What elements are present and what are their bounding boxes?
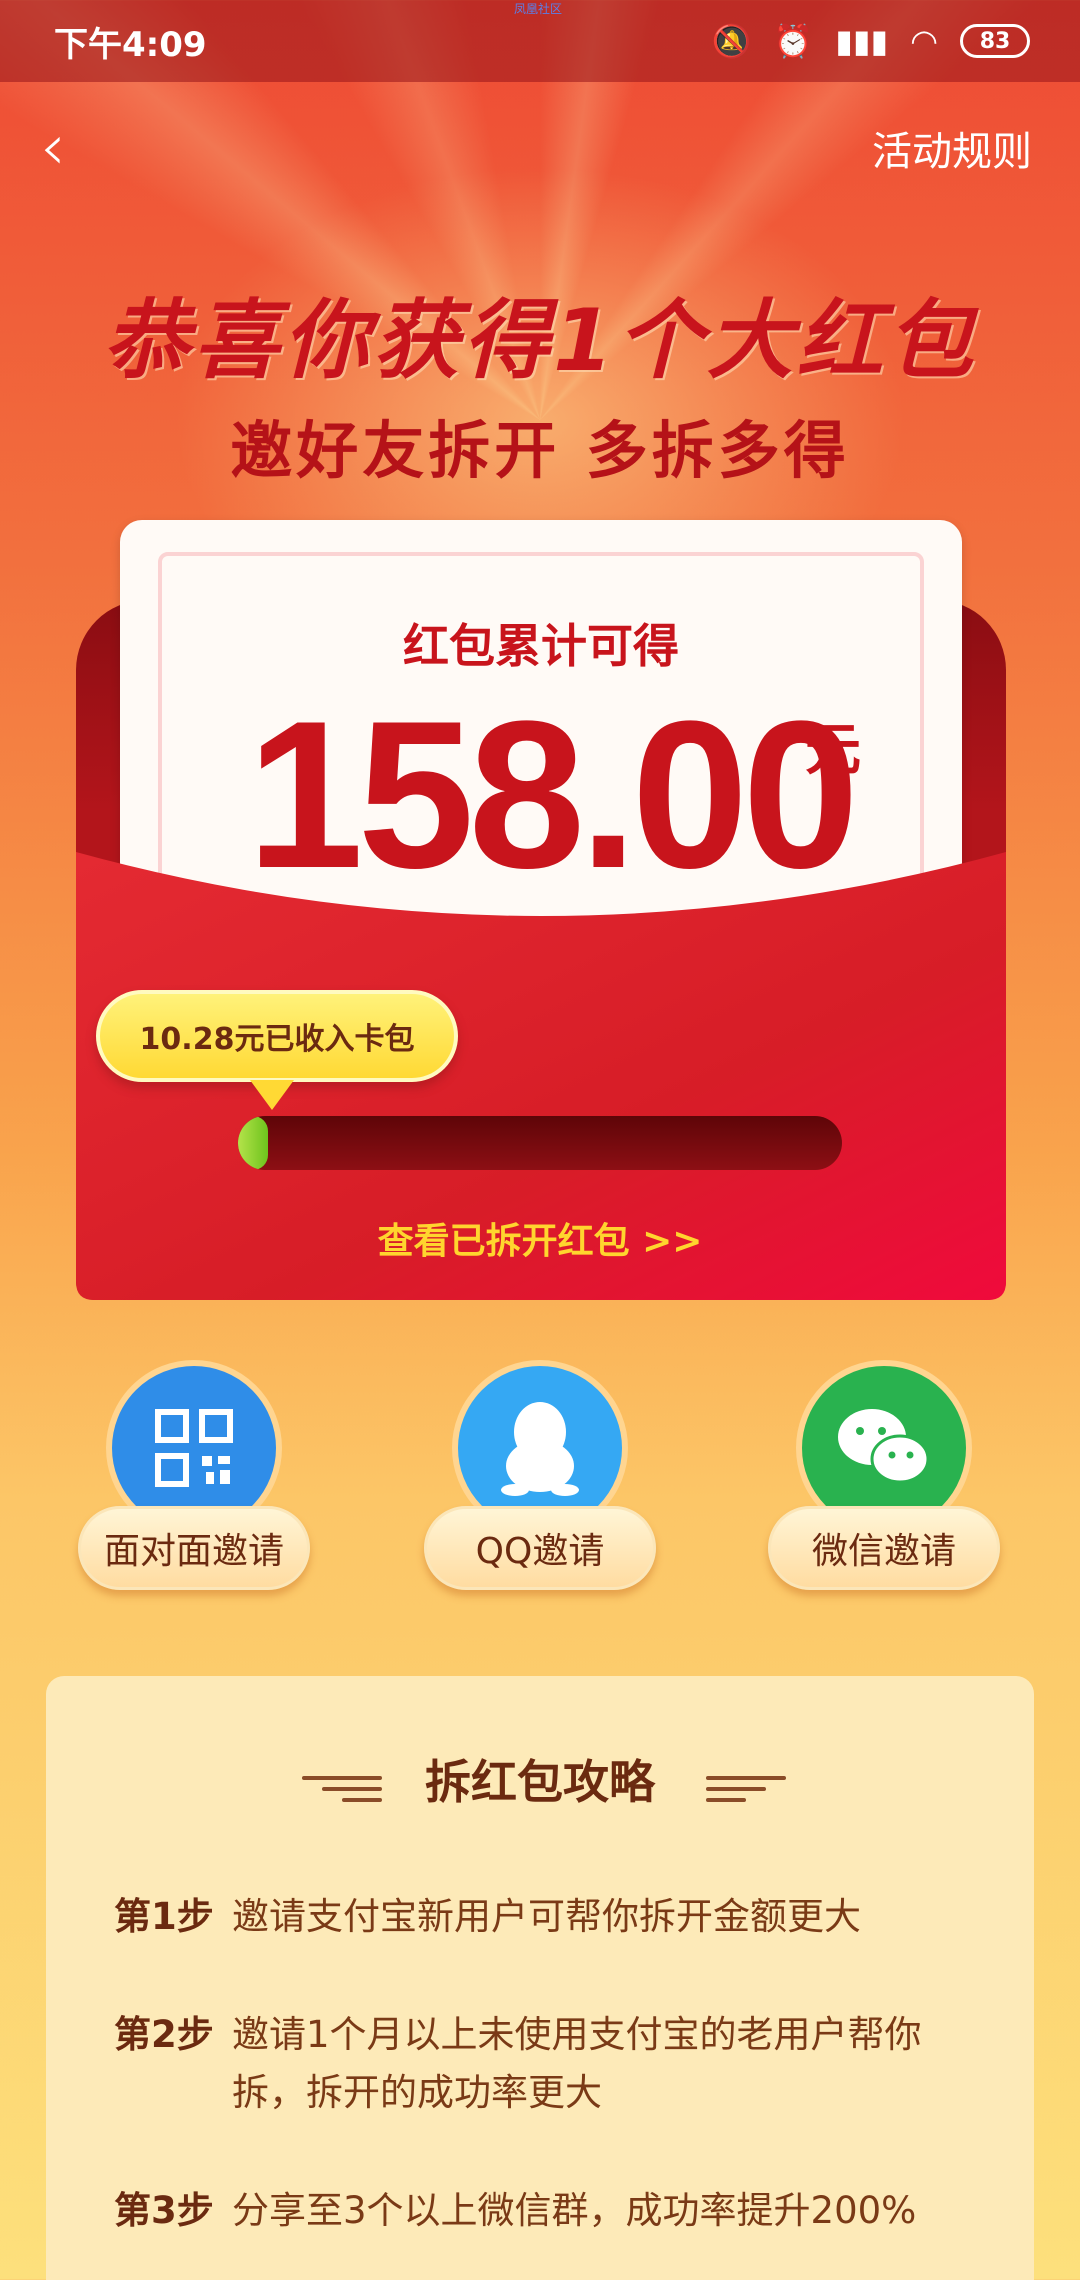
amount-unit: 元 [805, 718, 861, 783]
card-label: 红包累计可得 [403, 619, 679, 673]
battery-icon: 83 [960, 24, 1030, 58]
step-text: 邀请支付宝新用户可帮你拆开金额更大 [232, 1895, 861, 1938]
alarm-icon: ⏰ [773, 22, 814, 60]
guide-step: 第2步 邀请1个月以上未使用支付宝的老用户帮你拆，拆开的成功率更大 [114, 2006, 994, 2122]
invite-wechat[interactable]: 微信邀请 [768, 1360, 1000, 1590]
signal-icon: ▮▮▮ [835, 22, 889, 60]
view-opened-link[interactable]: 查看已拆开红包 >> [0, 1212, 1080, 1264]
step-number: 第1步 [114, 1895, 214, 1938]
qr-code-icon [155, 1409, 233, 1487]
step-text: 邀请1个月以上未使用支付宝的老用户帮你拆，拆开的成功率更大 [232, 2013, 922, 2114]
invite-face-to-face-label: 面对面邀请 [78, 1506, 310, 1590]
wechat-icon [838, 1409, 930, 1484]
tooltip-arrow [250, 1080, 294, 1110]
title-decoration-right [706, 1776, 786, 1809]
guide-title: 拆红包攻略 [425, 1755, 655, 1809]
guide-step: 第3步 分享至3个以上微信群，成功率提升200% [114, 2182, 994, 2240]
nav-bar: ‹ 活动规则 [0, 100, 1080, 196]
guide-panel: 拆红包攻略 第1步 邀请支付宝新用户可帮你拆开金额更大 第2步 邀请1个月以上未… [46, 1676, 1034, 2280]
invite-face-to-face[interactable]: 面对面邀请 [78, 1360, 310, 1590]
wifi-icon: ◠ [910, 22, 938, 60]
back-icon[interactable]: ‹ [40, 116, 66, 180]
status-icons: 🔕 ⏰ ▮▮▮ ◠ 83 [712, 22, 1030, 60]
watermark: 凤凰社区 [514, 2, 563, 16]
activity-rules-link[interactable]: 活动规则 [872, 119, 1032, 177]
invite-qq-label: QQ邀请 [424, 1506, 656, 1590]
guide-step: 第1步 邀请支付宝新用户可帮你拆开金额更大 [114, 1888, 994, 1946]
invite-wechat-label: 微信邀请 [768, 1506, 1000, 1590]
headline: 恭喜你获得1个大红包 [103, 291, 977, 391]
step-number: 第2步 [114, 2013, 214, 2056]
step-number: 第3步 [114, 2189, 214, 2232]
progress-bar [238, 1116, 842, 1170]
step-text: 分享至3个以上微信群，成功率提升200% [232, 2189, 917, 2232]
subheadline: 邀好友拆开 多拆多得 [230, 414, 850, 487]
collected-tooltip: 10.28元已收入卡包 [96, 990, 458, 1082]
qq-penguin-icon [501, 1402, 579, 1496]
mute-icon: 🔕 [711, 22, 752, 60]
invite-qq[interactable]: QQ邀请 [424, 1360, 656, 1590]
status-time: 下午4:09 [54, 24, 207, 65]
